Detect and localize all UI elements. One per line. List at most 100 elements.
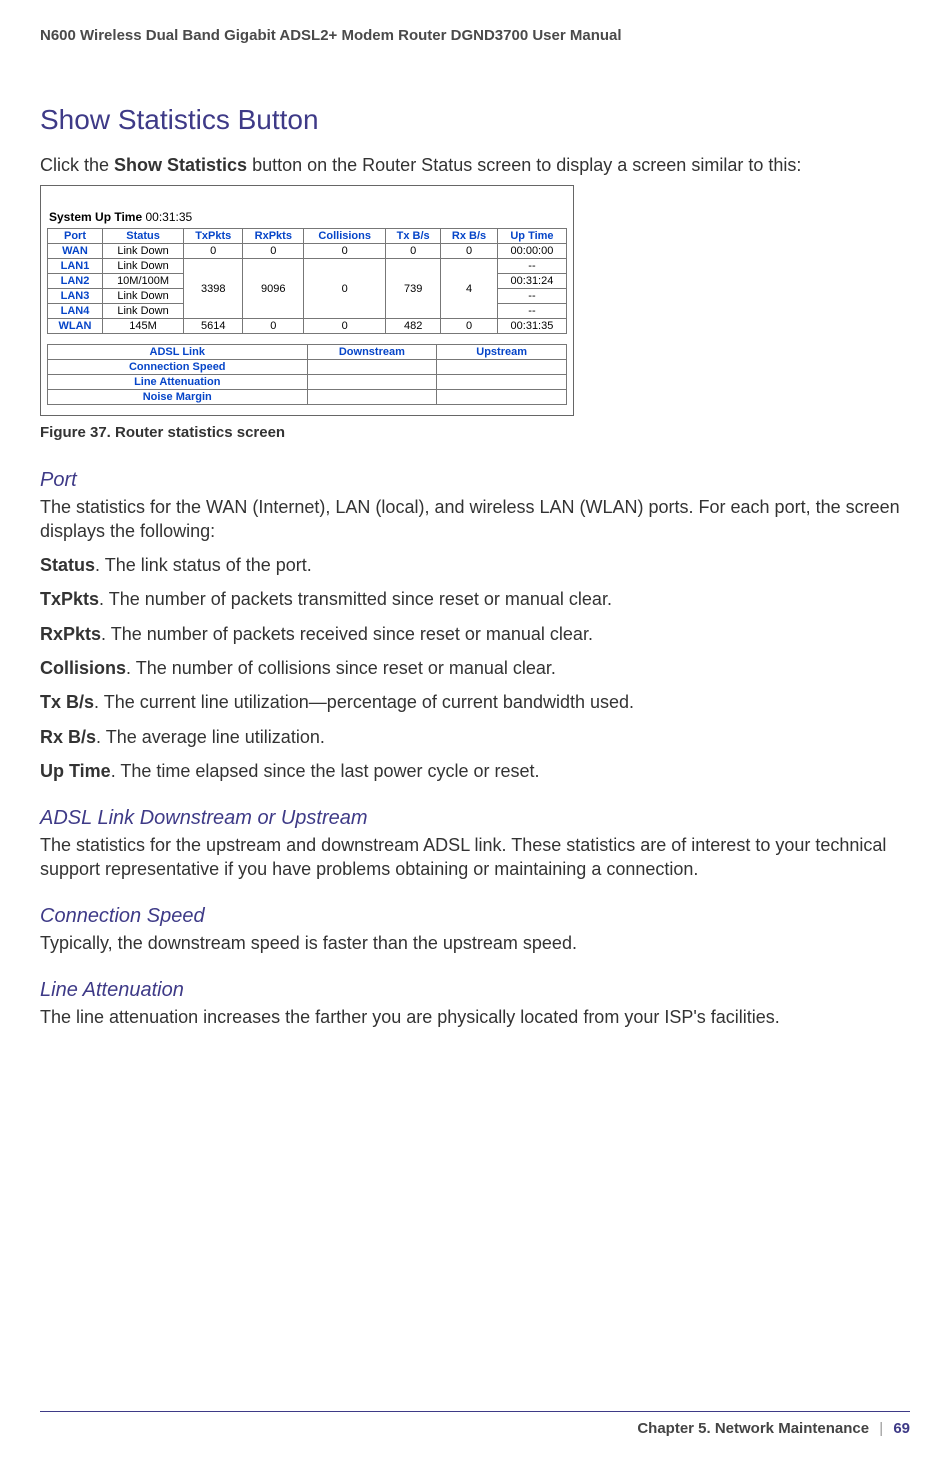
def-term: Tx B/s: [40, 692, 94, 712]
col-downstream: Downstream: [307, 345, 437, 360]
cell: 482: [386, 319, 441, 334]
col-txbs: Tx B/s: [386, 229, 441, 244]
table-row: Line Attenuation: [48, 375, 567, 390]
table-row: WLAN 145M 5614 0 0 482 0 00:31:35: [48, 319, 567, 334]
cell: 00:31:24: [497, 274, 566, 289]
system-uptime-label: System Up Time: [49, 210, 142, 224]
cell: [437, 360, 567, 375]
section-title: Show Statistics Button: [40, 104, 910, 136]
cell: 10M/100M: [103, 274, 184, 289]
col-upstream: Upstream: [437, 345, 567, 360]
cell-port: LAN3: [48, 289, 103, 304]
def-text: . The time elapsed since the last power …: [111, 761, 540, 781]
col-rxbs: Rx B/s: [441, 229, 498, 244]
table-row: Connection Speed: [48, 360, 567, 375]
def-term: TxPkts: [40, 589, 99, 609]
def-term: Rx B/s: [40, 727, 96, 747]
def-txbs: Tx B/s. The current line utilization—per…: [40, 690, 910, 714]
col-txpkts: TxPkts: [184, 229, 243, 244]
def-text: . The average line utilization.: [96, 727, 325, 747]
cell-port: LAN4: [48, 304, 103, 319]
def-status: Status. The link status of the port.: [40, 553, 910, 577]
intro-pre: Click the: [40, 155, 114, 175]
port-definitions: Status. The link status of the port. TxP…: [40, 553, 910, 783]
cell: 9096: [243, 259, 304, 319]
def-uptime: Up Time. The time elapsed since the last…: [40, 759, 910, 783]
cell: [307, 360, 437, 375]
def-text: . The link status of the port.: [95, 555, 312, 575]
adsl-link-table: ADSL Link Downstream Upstream Connection…: [47, 344, 567, 405]
cell: 0: [386, 244, 441, 259]
def-txpkts: TxPkts. The number of packets transmitte…: [40, 587, 910, 611]
def-text: . The number of packets transmitted sinc…: [99, 589, 612, 609]
cell: 145M: [103, 319, 184, 334]
cell: 5614: [184, 319, 243, 334]
cell: 00:31:35: [497, 319, 566, 334]
cell: [307, 375, 437, 390]
cell: Link Down: [103, 304, 184, 319]
subheading-line-attenuation: Line Attenuation: [40, 979, 910, 1002]
cell: 0: [243, 319, 304, 334]
col-adsl-link: ADSL Link: [48, 345, 308, 360]
cell: [437, 375, 567, 390]
row-noise-margin: Noise Margin: [48, 390, 308, 405]
def-rxbs: Rx B/s. The average line utilization.: [40, 725, 910, 749]
cell-port: WAN: [48, 244, 103, 259]
col-status: Status: [103, 229, 184, 244]
def-collisions: Collisions. The number of collisions sin…: [40, 656, 910, 680]
col-port: Port: [48, 229, 103, 244]
cell: 0: [441, 319, 498, 334]
intro-bold: Show Statistics: [114, 155, 247, 175]
def-text: . The number of collisions since reset o…: [126, 658, 556, 678]
def-term: Collisions: [40, 658, 126, 678]
cell-port: LAN2: [48, 274, 103, 289]
port-stats-table: Port Status TxPkts RxPkts Collisions Tx …: [47, 228, 567, 334]
def-term: RxPkts: [40, 624, 101, 644]
adsl-text: The statistics for the upstream and down…: [40, 834, 910, 881]
cell: 0: [304, 244, 386, 259]
subheading-adsl: ADSL Link Downstream or Upstream: [40, 807, 910, 830]
def-text: . The current line utilization—percentag…: [94, 692, 634, 712]
col-uptime: Up Time: [497, 229, 566, 244]
row-line-attenuation: Line Attenuation: [48, 375, 308, 390]
cell: Link Down: [103, 259, 184, 274]
def-term: Up Time: [40, 761, 111, 781]
table-header-row: Port Status TxPkts RxPkts Collisions Tx …: [48, 229, 567, 244]
def-rxpkts: RxPkts. The number of packets received s…: [40, 622, 910, 646]
system-uptime-row: System Up Time 00:31:35: [49, 210, 567, 224]
intro-post: button on the Router Status screen to di…: [247, 155, 801, 175]
cell: 3398: [184, 259, 243, 319]
cell: 0: [184, 244, 243, 259]
table-row: Noise Margin: [48, 390, 567, 405]
footer-page-number: 69: [893, 1420, 910, 1437]
def-text: . The number of packets received since r…: [101, 624, 593, 644]
cell-port: LAN1: [48, 259, 103, 274]
cell: 4: [441, 259, 498, 319]
footer-chapter: Chapter 5. Network Maintenance: [637, 1420, 869, 1437]
cell: 0: [304, 319, 386, 334]
cell: 00:00:00: [497, 244, 566, 259]
cell: 0: [243, 244, 304, 259]
table-row: LAN1 Link Down 3398 9096 0 739 4 --: [48, 259, 567, 274]
table-row: WAN Link Down 0 0 0 0 0 00:00:00: [48, 244, 567, 259]
subheading-port: Port: [40, 469, 910, 492]
intro-paragraph: Click the Show Statistics button on the …: [40, 154, 910, 177]
col-collisions: Collisions: [304, 229, 386, 244]
conn-text: Typically, the downstream speed is faste…: [40, 932, 910, 955]
footer-separator: |: [879, 1420, 883, 1437]
cell: 0: [441, 244, 498, 259]
subheading-connection-speed: Connection Speed: [40, 905, 910, 928]
doc-header: N600 Wireless Dual Band Gigabit ADSL2+ M…: [40, 27, 910, 44]
figure-caption: Figure 37. Router statistics screen: [40, 424, 910, 441]
cell: 0: [304, 259, 386, 319]
cell: Link Down: [103, 244, 184, 259]
cell: --: [497, 259, 566, 274]
cell: Link Down: [103, 289, 184, 304]
router-stats-screenshot: System Up Time 00:31:35 Port Status TxPk…: [40, 185, 574, 416]
line-text: The line attenuation increases the farth…: [40, 1006, 910, 1029]
cell: [307, 390, 437, 405]
cell: --: [497, 304, 566, 319]
cell-port: WLAN: [48, 319, 103, 334]
page-footer: Chapter 5. Network Maintenance | 69: [40, 1411, 910, 1437]
table-header-row: ADSL Link Downstream Upstream: [48, 345, 567, 360]
